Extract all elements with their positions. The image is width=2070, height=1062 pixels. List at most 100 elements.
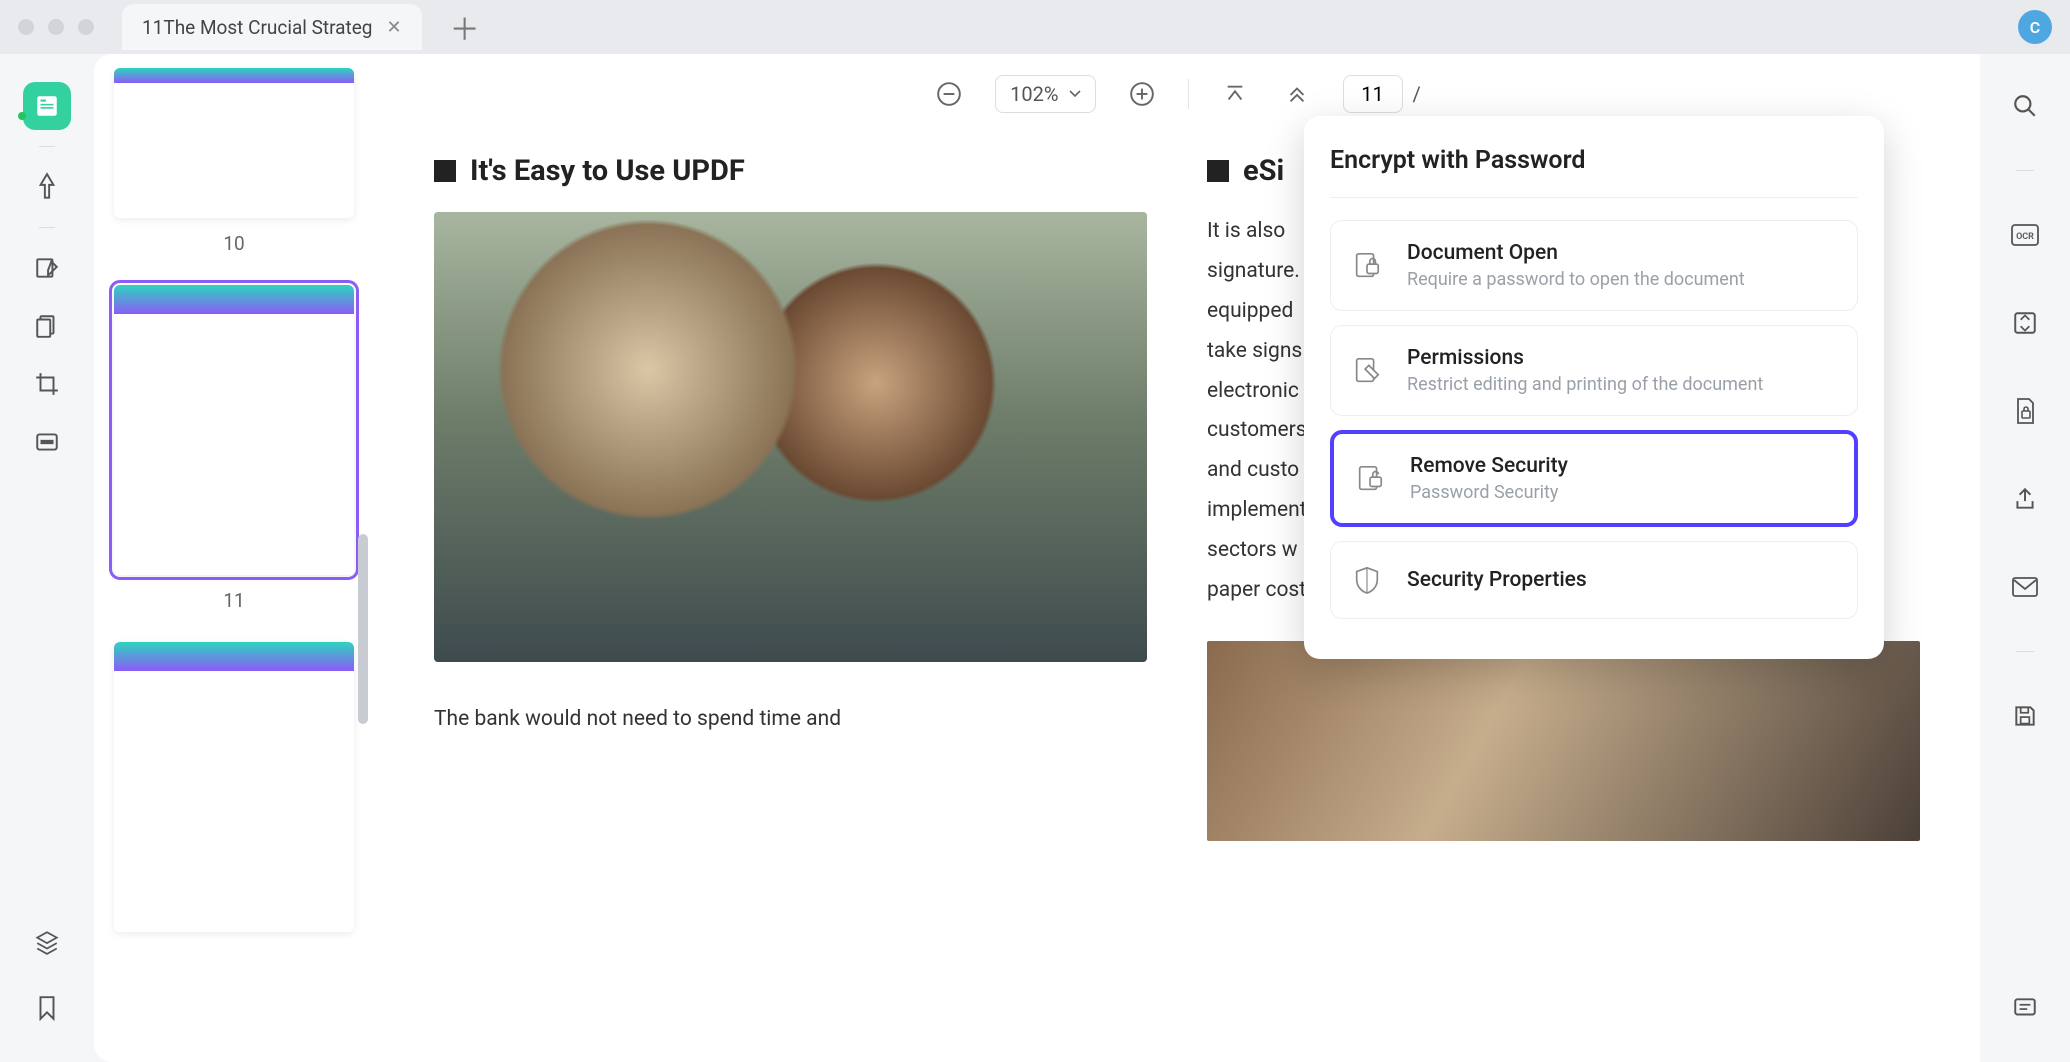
separator	[39, 227, 55, 228]
protect-button[interactable]	[2001, 387, 2049, 435]
titlebar: 11The Most Crucial Strateg ✕ ＋ C	[0, 0, 2070, 54]
separator	[39, 146, 55, 147]
document-tab[interactable]: 11The Most Crucial Strateg ✕	[122, 4, 422, 50]
crop-icon	[34, 371, 60, 397]
save-icon	[2012, 703, 2038, 729]
layers-icon	[34, 929, 60, 955]
status-dot	[18, 112, 26, 120]
new-tab-button[interactable]: ＋	[450, 5, 480, 49]
thumbnail-label: 11	[114, 589, 354, 612]
bullet-square-icon	[434, 160, 456, 182]
search-button[interactable]	[2001, 82, 2049, 130]
thumbnail-item[interactable]: 10	[114, 68, 354, 255]
heading-text: It's Easy to Use UPDF	[470, 154, 745, 188]
book-icon	[34, 93, 60, 119]
section-heading: It's Easy to Use UPDF	[434, 154, 1147, 188]
ocr-icon: OCR	[2011, 224, 2039, 246]
option-title: Document Open	[1407, 241, 1745, 265]
first-page-icon	[1224, 83, 1246, 105]
bullet-square-icon	[1207, 160, 1229, 182]
scrollbar-thumb[interactable]	[358, 534, 368, 724]
option-subtitle: Restrict editing and printing of the doc…	[1407, 374, 1763, 395]
share-icon	[2012, 486, 2038, 512]
notes-button[interactable]	[2001, 984, 2049, 1032]
encrypt-popover: Encrypt with Password Document Open Requ…	[1304, 116, 1884, 659]
close-tab-icon[interactable]: ✕	[386, 17, 401, 38]
popover-title: Encrypt with Password	[1330, 146, 1858, 198]
reader-mode-button[interactable]	[23, 82, 71, 130]
heading-text: eSi	[1243, 154, 1284, 188]
zoom-out-button[interactable]	[933, 78, 965, 110]
prev-page-button[interactable]	[1281, 78, 1313, 110]
separator	[2016, 651, 2034, 652]
window-controls	[18, 19, 94, 35]
bookmark-button[interactable]	[23, 984, 71, 1032]
email-button[interactable]	[2001, 563, 2049, 611]
edit-text-tool[interactable]	[23, 244, 71, 292]
minimize-window[interactable]	[48, 19, 64, 35]
highlighter-icon	[34, 172, 60, 202]
option-subtitle: Require a password to open the document	[1407, 269, 1745, 290]
search-icon	[2012, 93, 2038, 119]
zoom-value: 102%	[1010, 82, 1058, 106]
hero-image	[434, 212, 1147, 662]
option-title: Security Properties	[1407, 568, 1587, 592]
zoom-out-icon	[936, 81, 962, 107]
maximize-window[interactable]	[78, 19, 94, 35]
chevron-down-icon	[1069, 90, 1081, 98]
body-paragraph: The bank would not need to spend time an…	[434, 700, 1147, 740]
page-manage-tool[interactable]	[23, 302, 71, 350]
separator	[2016, 170, 2034, 171]
permissions-option[interactable]: Permissions Restrict editing and printin…	[1330, 325, 1858, 416]
thumbnail-item[interactable]: 11	[114, 285, 354, 612]
zoom-in-icon	[1129, 81, 1155, 107]
bookmark-icon	[36, 995, 58, 1021]
remove-security-option[interactable]: Remove Security Password Security	[1330, 430, 1858, 527]
right-toolbar: OCR	[1980, 54, 2070, 1062]
thumbnail-panel[interactable]: 10 11	[94, 54, 374, 1062]
svg-text:OCR: OCR	[2016, 232, 2034, 242]
document-open-option[interactable]: Document Open Require a password to open…	[1330, 220, 1858, 311]
pages-icon	[34, 313, 60, 339]
convert-icon	[2012, 310, 2038, 336]
shield-icon	[1349, 562, 1385, 598]
zoom-select[interactable]: 102%	[995, 75, 1095, 113]
user-avatar[interactable]: C	[2018, 10, 2052, 44]
page-separator: /	[1413, 82, 1421, 106]
share-button[interactable]	[2001, 475, 2049, 523]
edit-text-icon	[34, 255, 60, 281]
highlight-tool[interactable]	[23, 163, 71, 211]
workspace: 10 11 102%	[0, 54, 2070, 1062]
lock-document-icon	[1349, 248, 1385, 284]
page-input[interactable]	[1343, 75, 1403, 113]
option-title: Permissions	[1407, 346, 1763, 370]
thumbnail-label: 10	[114, 232, 354, 255]
save-button[interactable]	[2001, 692, 2049, 740]
option-title: Remove Security	[1410, 454, 1568, 478]
layers-button[interactable]	[23, 918, 71, 966]
page-left-column: It's Easy to Use UPDF The bank would not…	[434, 154, 1147, 1042]
notes-icon	[2012, 995, 2038, 1021]
lock-file-icon	[2013, 397, 2037, 425]
close-window[interactable]	[18, 19, 34, 35]
convert-button[interactable]	[2001, 299, 2049, 347]
unlock-icon	[1352, 461, 1388, 497]
separator	[1188, 79, 1189, 109]
tab-title: 11The Most Crucial Strateg	[142, 16, 372, 39]
option-subtitle: Password Security	[1410, 482, 1568, 503]
thumbnail-item[interactable]	[114, 642, 354, 932]
first-page-button[interactable]	[1219, 78, 1251, 110]
redact-icon	[34, 429, 60, 455]
ocr-button[interactable]: OCR	[2001, 211, 2049, 259]
zoom-in-button[interactable]	[1126, 78, 1158, 110]
crop-tool[interactable]	[23, 360, 71, 408]
permissions-icon	[1349, 353, 1385, 389]
security-properties-option[interactable]: Security Properties	[1330, 541, 1858, 619]
main-view: 102% / It's Easy to Use UPDF	[374, 54, 1980, 1062]
left-toolbar	[0, 54, 94, 1062]
mail-icon	[2011, 576, 2039, 598]
chevron-up-double-icon	[1286, 83, 1308, 105]
secondary-image	[1207, 641, 1920, 841]
redact-tool[interactable]	[23, 418, 71, 466]
page-indicator: /	[1343, 75, 1421, 113]
